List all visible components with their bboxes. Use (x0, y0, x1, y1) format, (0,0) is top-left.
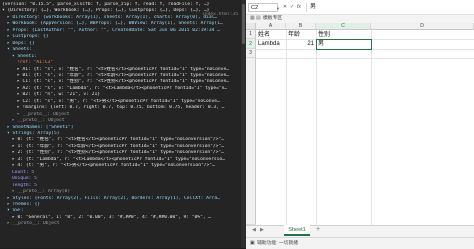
console-line[interactable]: ▸ Styles: {Fonts: Array(2), Fills: Array… (0, 196, 246, 202)
status-bar: ▣ 辅助功能: 一切就绪 (246, 237, 474, 249)
console-line[interactable]: ▸ 2: {t: "性别", r: "<t>性别</t><phoneticPr … (0, 150, 246, 156)
console-line[interactable]: ▸ __proto__: Array(0) (0, 189, 246, 195)
cell-c1[interactable]: 性别 (316, 31, 371, 39)
gridline (256, 58, 474, 59)
console-line[interactable]: ▾ SSF: (0, 208, 246, 214)
excel-window: C2 ▼ ✕ ✓ fx 男 ▦ ▤ 模板专区 A B C D 1 2 3 姓名 … (246, 0, 474, 249)
accessibility-icon: ▣ (250, 241, 255, 246)
console-line[interactable]: ▸ Themes: {} (0, 202, 246, 208)
console-line[interactable]: ▾ Sheet1: (0, 54, 246, 60)
select-all-corner[interactable] (246, 23, 256, 30)
console-line: Count: 5 (12, 169, 35, 175)
console-line[interactable]: ▸ C1: {t: "s", v: "性别", r: "<t>性别</t><ph… (0, 79, 246, 85)
console-line[interactable]: ▸ B1: {t: "s", v: "年龄", r: "<t>年龄</t><ph… (0, 73, 246, 79)
gridline (286, 30, 287, 225)
cell-b1[interactable]: 年龄 (286, 31, 316, 39)
console-line[interactable]: ▸ Custprops: {} (0, 34, 246, 40)
console-line[interactable]: ▸ Directory: {workbooks: Array(1), sheet… (0, 15, 246, 21)
console-line[interactable]: ▸ 4: {t: "男", r: "<t>男</t><phoneticPr fo… (0, 163, 246, 169)
column-header-a[interactable]: A (256, 23, 286, 30)
column-header-c[interactable]: C (316, 23, 371, 30)
gridline (371, 30, 372, 225)
console-line[interactable]: ▸ !margins: {left: 0.7, right: 0.7, top:… (0, 105, 246, 111)
cell-a1[interactable]: 姓名 (256, 31, 286, 39)
grid-icon[interactable]: ▦ (250, 15, 255, 21)
console-line[interactable]: ▸ 3: {t: "Lambda", r: "<t>Lambda</t><pho… (0, 157, 246, 163)
formula-bar[interactable]: 男 (306, 3, 472, 12)
console-line[interactable]: ▸ 1: {t: "年龄", r: "<t>年龄</t><phoneticPr … (0, 144, 246, 150)
template-icon[interactable]: ▤ (256, 15, 261, 21)
console-line[interactable]: ▸ A1: {t: "s", v: "姓名", r: "<t>姓名</t><ph… (0, 67, 246, 73)
console-line[interactable]: ▸ B2: {t: "n", w: "21", v: 21} (0, 92, 246, 98)
chevron-down-icon[interactable]: ▼ (276, 6, 280, 11)
cancel-icon[interactable]: ✕ (283, 4, 287, 10)
row-header-3[interactable]: 3 (246, 49, 256, 58)
console-line: length: 5 (12, 182, 37, 188)
column-header-d[interactable]: D (371, 23, 474, 30)
next-sheet-icon[interactable]: ▶ (260, 227, 264, 233)
cell-b2[interactable]: 21 (286, 40, 316, 49)
name-box[interactable]: C2 (248, 3, 278, 12)
console-line[interactable]: ▸ SheetNames: ["Sheet1"] (0, 125, 246, 131)
prev-sheet-icon[interactable]: ◀ (252, 227, 256, 233)
row-header-blank (246, 58, 256, 225)
active-cell-outline (316, 39, 372, 50)
console-line[interactable]: ▸ __proto__: Object (0, 221, 246, 227)
console-line[interactable]: ▸ __proto__: Object (0, 118, 246, 124)
add-sheet-icon[interactable]: + (316, 226, 320, 233)
console-line: Unique: 5 (12, 176, 37, 182)
console-line[interactable]: ▸ __proto__: Object (0, 112, 246, 118)
gridline (316, 30, 317, 225)
console-line: {version: "0.15.5", parse_xlscfb: f, par… (2, 2, 210, 7)
console-line[interactable]: ▸ Workbook: {AppVersion: {…}, WBProps: {… (0, 21, 246, 27)
console-line[interactable]: ▾ {Directory: {…}, Workbook: {…}, Props:… (0, 8, 243, 14)
console-line[interactable]: ▸ Deps: {} (0, 41, 246, 47)
devtools-console: index.html:35 {version: "0.15.5", parse_… (0, 0, 246, 248)
console-line[interactable]: ▾ Strings: Array(5) (0, 131, 246, 137)
console-line[interactable]: ▸ C2: {t: "s", v: "男", r: "<t>男</t><phon… (0, 99, 246, 105)
console-line: !ref: "A1:C3" (17, 60, 53, 66)
console-line[interactable]: ▸ Props: {LastAuthor: "", Author: "", Cr… (0, 28, 246, 34)
enter-icon[interactable]: ✓ (290, 4, 294, 10)
sheet-tab-sheet1[interactable]: Sheet1 (284, 225, 310, 236)
function-icon[interactable]: fx (297, 4, 301, 10)
status-text[interactable]: 辅助功能: 一切就绪 (257, 238, 298, 249)
console-line[interactable]: ▸ A2: {t: "s", v: "Lambda", r: "<t>Lambd… (0, 86, 246, 92)
console-line[interactable]: ▸ 0: "General", 1: "0", 2: "0.00", 3: "#… (0, 215, 246, 221)
cell-a2[interactable]: Lambda (256, 40, 286, 49)
console-line[interactable]: ▸ 0: {t: "姓名", r: "<t>姓名</t><phoneticPr … (0, 137, 246, 143)
console-line[interactable]: ▾ Sheets: (0, 47, 246, 53)
row-header-2[interactable]: 2 (246, 39, 256, 49)
column-header-b[interactable]: B (286, 23, 316, 30)
console-scrollbar-thumb[interactable] (242, 4, 245, 44)
row-header-1[interactable]: 1 (246, 30, 256, 39)
template-zone-label[interactable]: 模板专区 (263, 15, 282, 22)
